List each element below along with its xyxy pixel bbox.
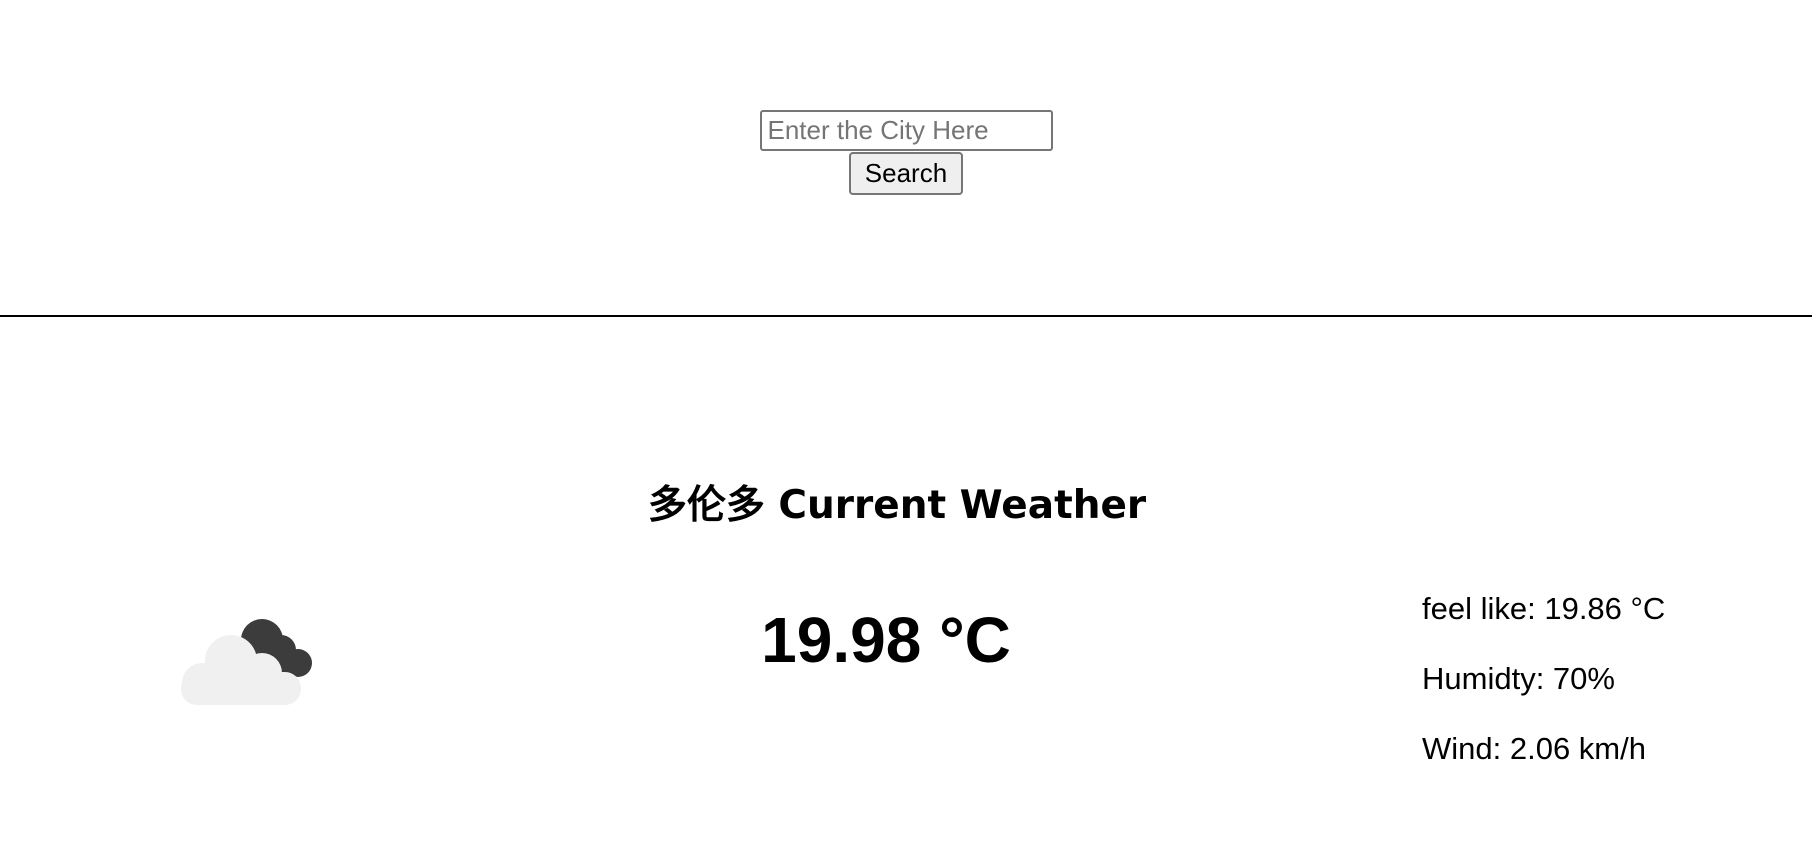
section-divider — [0, 315, 1812, 317]
weather-title: 多伦多 Current Weather — [647, 483, 1147, 528]
feels-like-text: feel like: 19.86 °C — [1422, 591, 1666, 626]
search-button[interactable]: Search — [848, 152, 964, 195]
search-form: Search — [0, 110, 1812, 195]
humidity-text: Humidty: 70% — [1422, 661, 1615, 696]
wind-text: Wind: 2.06 km/h — [1422, 731, 1646, 766]
weather-app: Search 多伦多 Current Weather 19.98 °C feel… — [0, 0, 1812, 868]
city-search-input[interactable] — [759, 110, 1053, 151]
weather-details: feel like: 19.86 °C Humidty: 70% Wind: 2… — [1422, 592, 1665, 802]
